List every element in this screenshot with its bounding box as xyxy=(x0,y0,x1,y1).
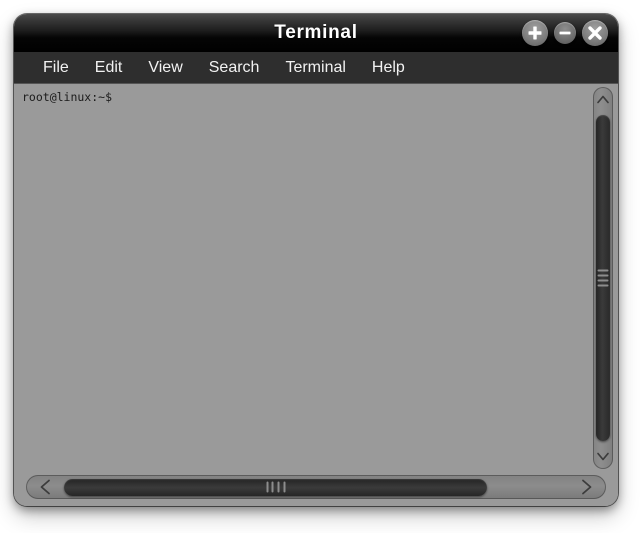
maximize-button[interactable] xyxy=(522,20,548,46)
vertical-scrollbar-track[interactable] xyxy=(593,87,613,469)
chevron-left-icon xyxy=(40,479,50,495)
window-titlebar[interactable]: Terminal xyxy=(14,14,618,52)
terminal-window: Terminal File Edit View Search Terminal … xyxy=(14,14,618,506)
vertical-scrollbar-thumb[interactable] xyxy=(596,115,610,441)
scroll-up-button[interactable] xyxy=(593,87,613,113)
close-button[interactable] xyxy=(582,20,608,46)
close-icon xyxy=(588,26,602,40)
menu-item-edit[interactable]: Edit xyxy=(82,52,136,83)
window-controls xyxy=(522,20,608,46)
scroll-right-button[interactable] xyxy=(570,475,602,499)
horizontal-scrollbar[interactable] xyxy=(14,472,618,506)
shell-prompt: root@linux:~$ xyxy=(22,90,113,104)
horizontal-grip-icon xyxy=(266,481,286,493)
chevron-up-icon xyxy=(597,95,609,104)
chevron-right-icon xyxy=(582,479,592,495)
horizontal-scrollbar-track[interactable] xyxy=(26,475,606,499)
vertical-thumb-area xyxy=(593,113,613,443)
menu-item-view[interactable]: View xyxy=(135,52,195,83)
menu-item-file[interactable]: File xyxy=(30,52,82,83)
minus-icon xyxy=(559,31,571,35)
window-body: root@linux:~$ xyxy=(14,84,618,506)
scroll-down-button[interactable] xyxy=(593,443,613,469)
menu-item-help[interactable]: Help xyxy=(359,52,418,83)
chevron-down-icon xyxy=(597,452,609,461)
menu-item-terminal[interactable]: Terminal xyxy=(272,52,358,83)
vertical-scrollbar[interactable] xyxy=(588,84,618,472)
menubar: File Edit View Search Terminal Help xyxy=(14,52,618,84)
minimize-button[interactable] xyxy=(554,22,576,44)
terminal-row: root@linux:~$ xyxy=(14,84,618,472)
terminal-output-area[interactable]: root@linux:~$ xyxy=(14,84,588,472)
menu-item-search[interactable]: Search xyxy=(196,52,273,83)
horizontal-thumb-area xyxy=(62,475,570,499)
plus-icon xyxy=(528,26,542,40)
vertical-grip-icon xyxy=(597,269,609,287)
scroll-left-button[interactable] xyxy=(30,475,62,499)
horizontal-scrollbar-thumb[interactable] xyxy=(64,478,488,496)
